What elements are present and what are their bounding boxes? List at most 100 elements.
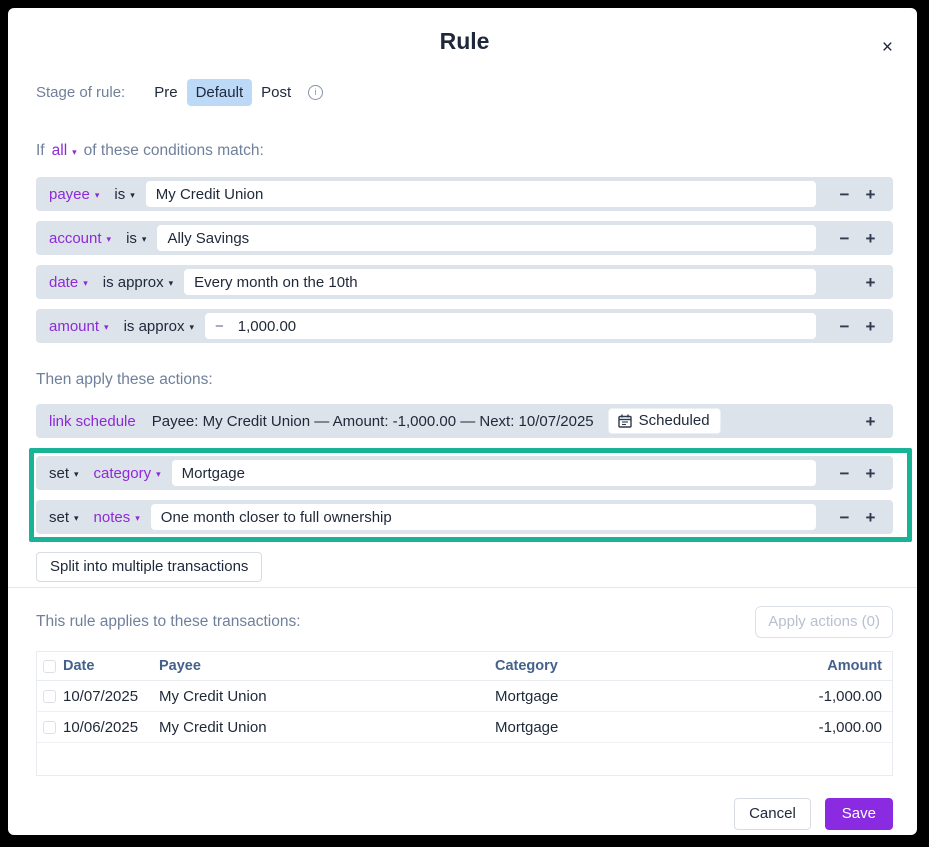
amount-sign-toggle[interactable]: − — [215, 318, 224, 335]
condition-value-input[interactable]: Ally Savings — [157, 225, 816, 251]
remove-action-button[interactable]: − — [836, 509, 853, 526]
chevron-down-icon: ▾ — [74, 514, 79, 523]
condition-op-label: is — [114, 186, 125, 203]
cancel-button[interactable]: Cancel — [734, 798, 811, 830]
select-all-checkbox[interactable] — [43, 660, 56, 673]
table-row[interactable]: 10/07/2025 My Credit Union Mortgage -1,0… — [37, 681, 892, 712]
action-value: One month closer to full ownership — [161, 509, 392, 526]
action-verb-label: set — [49, 509, 69, 526]
stage-option-pre[interactable]: Pre — [145, 79, 186, 106]
highlighted-actions-box: set ▾ category ▾ Mortgage − + set ▾ note… — [29, 448, 912, 542]
table-row[interactable]: 10/06/2025 My Credit Union Mortgage -1,0… — [37, 712, 892, 743]
remove-condition-button[interactable]: − — [836, 186, 853, 203]
row-checkbox[interactable] — [43, 721, 56, 734]
condition-op-label: is — [126, 230, 137, 247]
condition-value-input[interactable]: Every month on the 10th — [184, 269, 816, 295]
add-action-button[interactable]: + — [862, 509, 879, 526]
column-header-date: Date — [63, 658, 159, 674]
conditions-intro-prefix: If — [36, 142, 45, 160]
rule-dialog: Rule × Stage of rule: Pre Default Post i… — [8, 8, 917, 835]
chevron-down-icon: ▾ — [189, 323, 194, 332]
add-condition-button[interactable]: + — [862, 274, 879, 291]
transactions-heading: This rule applies to these transactions: — [36, 613, 301, 631]
action-verb-dropdown[interactable]: set ▾ — [49, 465, 79, 482]
condition-op-dropdown[interactable]: is ▾ — [126, 230, 146, 247]
action-row-set-category: set ▾ category ▾ Mortgage − + — [36, 456, 893, 490]
action-verb-label: set — [49, 465, 69, 482]
condition-value: 1,000.00 — [238, 318, 296, 335]
remove-action-button[interactable]: − — [836, 465, 853, 482]
actions-heading: Then apply these actions: — [36, 371, 893, 389]
condition-field-dropdown[interactable]: account ▾ — [49, 230, 111, 247]
action-row-link-schedule: link schedule Payee: My Credit Union — A… — [36, 404, 893, 438]
cell-amount: -1,000.00 — [742, 688, 892, 705]
action-field-dropdown[interactable]: notes ▾ — [94, 509, 140, 526]
apply-actions-button[interactable]: Apply actions (0) — [755, 606, 893, 638]
action-field-label: notes — [94, 509, 131, 526]
action-verb-dropdown[interactable]: set ▾ — [49, 509, 79, 526]
empty-table-row — [37, 743, 892, 775]
add-condition-button[interactable]: + — [862, 318, 879, 335]
add-action-button[interactable]: + — [862, 465, 879, 482]
column-header-payee: Payee — [159, 658, 495, 674]
cell-category: Mortgage — [495, 688, 742, 705]
action-field-label: category — [94, 465, 152, 482]
action-field-dropdown[interactable]: category ▾ — [94, 465, 161, 482]
condition-op-dropdown[interactable]: is approx ▾ — [103, 274, 173, 291]
row-checkbox[interactable] — [43, 690, 56, 703]
action-value-input[interactable]: One month closer to full ownership — [151, 504, 816, 530]
dialog-footer: Cancel Save — [36, 798, 893, 830]
transactions-table: Date Payee Category Amount 10/07/2025 My… — [36, 651, 893, 776]
stage-option-default[interactable]: Default — [187, 79, 253, 106]
condition-field-dropdown[interactable]: date ▾ — [49, 274, 88, 291]
action-value-input[interactable]: Mortgage — [172, 460, 816, 486]
remove-condition-button[interactable]: − — [836, 318, 853, 335]
condition-row-payee: payee ▾ is ▾ My Credit Union − + — [36, 177, 893, 211]
add-condition-button[interactable]: + — [862, 186, 879, 203]
calendar-icon — [618, 414, 632, 428]
condition-field-label: amount — [49, 318, 99, 335]
chevron-down-icon: ▾ — [107, 235, 112, 244]
conditions-intro-suffix: of these conditions match: — [84, 142, 264, 160]
condition-value: Every month on the 10th — [194, 274, 357, 291]
condition-op-dropdown[interactable]: is approx ▾ — [124, 318, 194, 335]
condition-op-label: is approx — [103, 274, 164, 291]
cell-date: 10/07/2025 — [63, 688, 159, 705]
cell-payee: My Credit Union — [159, 688, 495, 705]
match-type-dropdown[interactable]: all ▾ — [52, 142, 77, 160]
action-row-set-notes: set ▾ notes ▾ One month closer to full o… — [36, 500, 893, 534]
condition-op-dropdown[interactable]: is ▾ — [114, 186, 134, 203]
condition-field-label: payee — [49, 186, 90, 203]
chevron-down-icon: ▾ — [72, 148, 77, 157]
split-transactions-button[interactable]: Split into multiple transactions — [36, 552, 262, 582]
link-schedule-button[interactable]: link schedule — [49, 413, 136, 430]
chevron-down-icon: ▾ — [74, 470, 79, 479]
transactions-header: This rule applies to these transactions:… — [36, 606, 893, 638]
condition-op-label: is approx — [124, 318, 185, 335]
condition-value: Ally Savings — [167, 230, 249, 247]
condition-row-amount: amount ▾ is approx ▾ − 1,000.00 − + — [36, 309, 893, 343]
scheduled-button[interactable]: Scheduled — [608, 408, 721, 434]
add-action-button[interactable]: + — [862, 413, 879, 430]
close-icon[interactable]: × — [878, 34, 897, 61]
chevron-down-icon: ▾ — [169, 279, 174, 288]
condition-row-date: date ▾ is approx ▾ Every month on the 10… — [36, 265, 893, 299]
add-condition-button[interactable]: + — [862, 230, 879, 247]
remove-condition-button[interactable]: − — [836, 230, 853, 247]
table-header-row: Date Payee Category Amount — [37, 652, 892, 681]
info-icon: i — [308, 85, 323, 100]
stage-label: Stage of rule: — [36, 84, 125, 101]
cell-amount: -1,000.00 — [742, 719, 892, 736]
conditions-intro: If all ▾ of these conditions match: — [36, 142, 893, 160]
scheduled-button-label: Scheduled — [639, 412, 710, 429]
chevron-down-icon: ▾ — [135, 514, 140, 523]
stage-option-post[interactable]: Post — [252, 79, 300, 106]
cell-payee: My Credit Union — [159, 719, 495, 736]
column-header-amount: Amount — [742, 658, 892, 674]
condition-field-dropdown[interactable]: amount ▾ — [49, 318, 109, 335]
condition-field-dropdown[interactable]: payee ▾ — [49, 186, 99, 203]
condition-value-input[interactable]: My Credit Union — [146, 181, 816, 207]
save-button[interactable]: Save — [825, 798, 893, 830]
condition-amount-input[interactable]: − 1,000.00 — [205, 313, 816, 339]
chevron-down-icon: ▾ — [83, 279, 88, 288]
